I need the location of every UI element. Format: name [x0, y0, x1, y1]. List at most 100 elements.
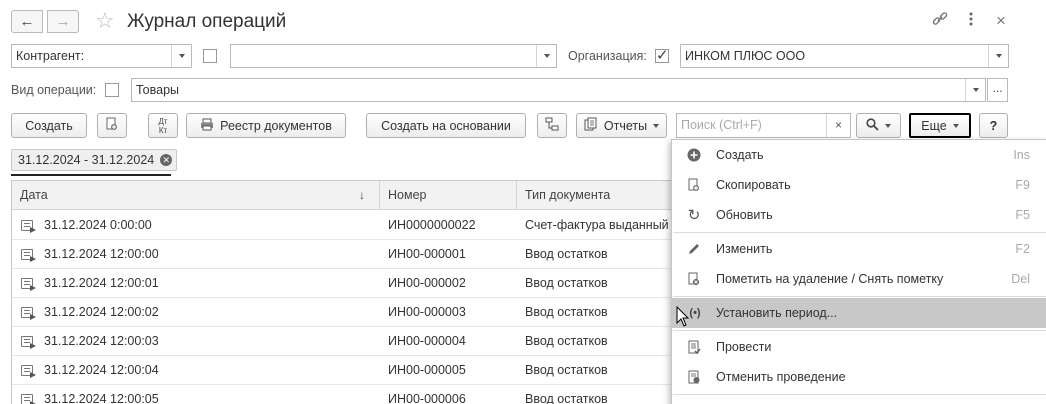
cell-doc-type: Ввод остатков: [525, 247, 608, 261]
menu-item-copy[interactable]: Скопировать F9: [672, 170, 1046, 200]
column-date[interactable]: Дата ↓: [12, 181, 380, 210]
copy-button[interactable]: [97, 113, 127, 138]
sort-arrow-icon: ↓: [359, 188, 365, 202]
table-row[interactable]: 31.12.2024 12:00:03 ИН00-000004 Ввод остат…: [12, 327, 680, 356]
document-icon: [21, 307, 33, 318]
more-menu: Создать Ins Скопировать F9 ↻ Обновить F5…: [671, 139, 1046, 404]
table-row[interactable]: 31.12.2024 12:00:02 ИН00-000003 Ввод остат…: [12, 298, 680, 327]
operation-type-select-button[interactable]: ...: [987, 78, 1008, 102]
delete-mark-icon: [686, 271, 702, 287]
printer-icon: [200, 118, 214, 134]
favorite-star-icon[interactable]: ☆: [95, 8, 115, 34]
remove-period-icon[interactable]: ✕: [160, 154, 173, 166]
pencil-icon: [686, 241, 702, 257]
operations-table: Дата ↓ Номер Тип документа 31.12.2024 0:…: [11, 180, 681, 404]
document-icon: [21, 394, 33, 404]
operation-type-label: Вид операции:: [11, 83, 97, 97]
registry-button[interactable]: Реестр документов: [186, 113, 346, 138]
refresh-icon: ↻: [687, 207, 701, 224]
chevron-down-icon[interactable]: [171, 45, 191, 67]
cell-doc-type: Ввод остатков: [525, 305, 608, 319]
menu-separator: [673, 296, 1046, 297]
arrow-left-icon: ←: [19, 13, 35, 30]
cell-date: 31.12.2024 12:00:00: [44, 247, 159, 261]
organization-label: Организация:: [568, 49, 647, 63]
document-icon: [21, 278, 33, 289]
column-number[interactable]: Номер: [380, 181, 517, 210]
menu-item-unpost[interactable]: Отменить проведение: [672, 362, 1046, 392]
clear-search-icon[interactable]: ×: [826, 114, 850, 137]
period-chip[interactable]: 31.12.2024 - 31.12.2024 ✕: [11, 149, 178, 171]
cell-date: 31.12.2024 12:00:04: [44, 363, 159, 377]
reports-button[interactable]: Отчеты: [576, 113, 667, 138]
table-row[interactable]: 31.12.2024 12:00:00 ИН00-000001 Ввод остат…: [12, 240, 680, 269]
more-vertical-icon[interactable]: [968, 10, 974, 35]
operation-type-input[interactable]: Товары: [131, 78, 986, 102]
create-based-on-button[interactable]: Создать на основании: [366, 113, 526, 138]
cell-number: ИН00-000003: [388, 305, 466, 319]
plus-circle-icon: [686, 147, 702, 163]
document-icon: [21, 365, 33, 376]
hierarchy-icon: [545, 117, 559, 134]
close-icon[interactable]: ×: [996, 10, 1006, 32]
post-document-icon: [686, 339, 702, 355]
menu-separator: [673, 394, 1046, 395]
caret-down-icon: [885, 123, 891, 128]
counterparty-checkbox[interactable]: [203, 49, 217, 63]
table-row[interactable]: 31.12.2024 12:00:01 ИН00-000002 Ввод остат…: [12, 269, 680, 298]
structure-button[interactable]: [537, 113, 567, 138]
cell-number: ИН00-000002: [388, 276, 466, 290]
menu-separator: [673, 330, 1046, 331]
mouse-cursor-icon: [676, 306, 690, 327]
chevron-down-icon[interactable]: [536, 45, 556, 67]
create-button[interactable]: Создать: [11, 113, 87, 138]
search-button[interactable]: [856, 113, 901, 138]
more-button[interactable]: Еще: [909, 113, 971, 138]
copy-icon: [105, 117, 119, 134]
page-title: Журнал операций: [127, 11, 287, 32]
dt-kt-button[interactable]: Дт Кт: [148, 113, 178, 138]
arrow-right-icon: →: [55, 13, 71, 30]
organization-checkbox[interactable]: [655, 46, 669, 64]
forward-button[interactable]: →: [47, 10, 79, 33]
menu-item-mark-delete[interactable]: Пометить на удаление / Снять пометку Del: [672, 264, 1046, 294]
cell-number: ИН00-000001: [388, 247, 466, 261]
column-doc-type[interactable]: Тип документа: [517, 181, 680, 210]
cell-number: ИН00-000005: [388, 363, 466, 377]
counterparty-select[interactable]: Контрагент:: [11, 44, 192, 68]
back-button[interactable]: ←: [11, 10, 43, 33]
menu-item-refresh[interactable]: ↻ Обновить F5: [672, 200, 1046, 230]
chevron-down-icon[interactable]: [988, 45, 1008, 67]
menu-item-edit[interactable]: Изменить F2: [672, 234, 1046, 264]
table-row[interactable]: 31.12.2024 0:00:00 ИН0000000022 Счет-факту…: [12, 211, 680, 240]
help-button[interactable]: ?: [979, 113, 1008, 138]
document-icon: [21, 249, 33, 260]
table-row[interactable]: 31.12.2024 12:00:04 ИН00-000005 Ввод остат…: [12, 356, 680, 385]
table-row[interactable]: 31.12.2024 12:00:05 ИН00-000006 Ввод остат…: [12, 385, 680, 404]
organization-input[interactable]: ИНКОМ ПЛЮС ООО: [680, 44, 1009, 68]
operation-type-checkbox[interactable]: [105, 83, 119, 97]
copy-icon: [686, 177, 702, 193]
menu-item-post[interactable]: Провести: [672, 332, 1046, 362]
menu-item-set-period[interactable]: (•) Установить период...: [672, 298, 1046, 328]
document-icon: [21, 336, 33, 347]
dt-kt-icon: Дт Кт: [158, 116, 168, 135]
chevron-down-icon[interactable]: [965, 79, 985, 101]
cell-date: 31.12.2024 0:00:00: [44, 218, 152, 232]
cell-date: 31.12.2024 12:00:01: [44, 276, 159, 290]
link-icon[interactable]: [931, 10, 949, 35]
cell-doc-type: Ввод остатков: [525, 334, 608, 348]
counterparty-label: Контрагент:: [16, 49, 85, 63]
cell-doc-type: Ввод остатков: [525, 363, 608, 377]
menu-separator: [673, 232, 1046, 233]
menu-item-create[interactable]: Создать Ins: [672, 140, 1046, 170]
cell-doc-type: Счет-фактура выданный: [525, 218, 669, 232]
cell-doc-type: Ввод остатков: [525, 276, 608, 290]
search-icon: [866, 117, 879, 134]
counterparty-input[interactable]: [230, 44, 557, 68]
search-input[interactable]: Поиск (Ctrl+F) ×: [676, 113, 851, 138]
document-icon: [21, 220, 33, 231]
cell-date: 31.12.2024 12:00:02: [44, 305, 159, 319]
cell-doc-type: Ввод остатков: [525, 392, 608, 404]
period-chip-underline: [11, 174, 171, 176]
